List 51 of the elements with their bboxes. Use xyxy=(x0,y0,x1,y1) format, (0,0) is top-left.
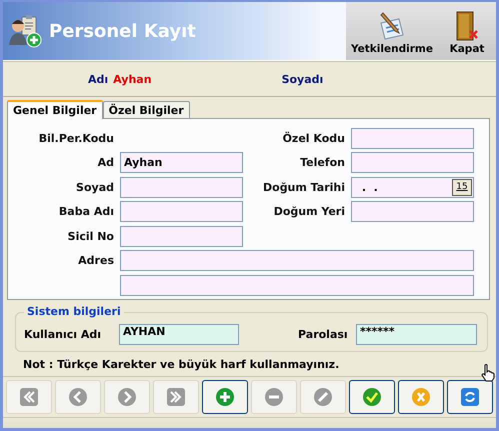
field-label: Adres xyxy=(77,254,114,268)
field-label: Ad xyxy=(96,156,114,170)
text-field[interactable] xyxy=(351,152,474,174)
text-field[interactable] xyxy=(351,128,474,149)
field-label: Soyad xyxy=(75,180,114,194)
first-icon xyxy=(19,387,39,407)
permissions-button[interactable]: Yetkilendirme xyxy=(346,2,438,60)
field-label: Parolası xyxy=(298,328,349,340)
calendar-button[interactable]: 15 xyxy=(452,178,472,196)
field-label: Kullanıcı Adı xyxy=(24,328,102,340)
window-title: Personel Kayıt xyxy=(49,20,196,42)
field-label: Özel Kodu xyxy=(282,132,345,145)
refresh-icon xyxy=(460,387,480,407)
door-icon xyxy=(454,11,480,41)
tab[interactable]: Özel Bilgiler xyxy=(102,101,190,118)
last-icon xyxy=(166,387,186,407)
add-button[interactable] xyxy=(202,380,248,414)
field-label: Doğum Tarihi xyxy=(262,180,345,194)
text-field[interactable] xyxy=(351,201,474,222)
refresh-button[interactable] xyxy=(447,380,493,414)
password-field[interactable]: ****** xyxy=(356,324,477,344)
address-field[interactable] xyxy=(120,274,474,296)
cross-icon xyxy=(411,387,431,407)
cancel-button[interactable] xyxy=(398,380,444,414)
user-add-icon xyxy=(9,14,43,48)
note-text: Not : Türkçe Karekter ve büyük harf kullanmayınız. xyxy=(23,358,340,373)
save-button[interactable] xyxy=(349,380,395,414)
username-field[interactable]: AYHAN xyxy=(119,324,239,344)
pencil-icon xyxy=(313,387,333,407)
tab[interactable]: Genel Bilgiler xyxy=(7,100,103,119)
text-field[interactable] xyxy=(120,226,243,247)
field-label: Telefon xyxy=(299,156,345,170)
summary-label: Soyadı xyxy=(282,72,324,86)
date-field[interactable]: . . 15 xyxy=(351,176,474,198)
hand-cursor-icon xyxy=(481,364,495,382)
text-field[interactable] xyxy=(120,176,243,198)
field-label: Baba Adı xyxy=(58,205,114,218)
plus-icon xyxy=(215,387,235,407)
date-value: . . xyxy=(360,180,378,194)
address-field[interactable] xyxy=(120,250,474,272)
group-title: Sistem bilgileri xyxy=(24,305,124,318)
text-field[interactable] xyxy=(120,201,243,222)
close-button[interactable]: Kapat xyxy=(438,2,496,60)
text-field[interactable]: Ayhan xyxy=(120,152,243,174)
field-label: Doğum Yeri xyxy=(272,205,345,218)
checkmark-icon xyxy=(362,387,382,407)
summary-label: Adı xyxy=(88,72,108,86)
field-label: Sicil No xyxy=(66,230,114,243)
minus-icon xyxy=(264,387,284,407)
summary-value: Ayhan xyxy=(113,72,152,86)
field-label: Bil.Per.Kodu xyxy=(38,132,114,145)
